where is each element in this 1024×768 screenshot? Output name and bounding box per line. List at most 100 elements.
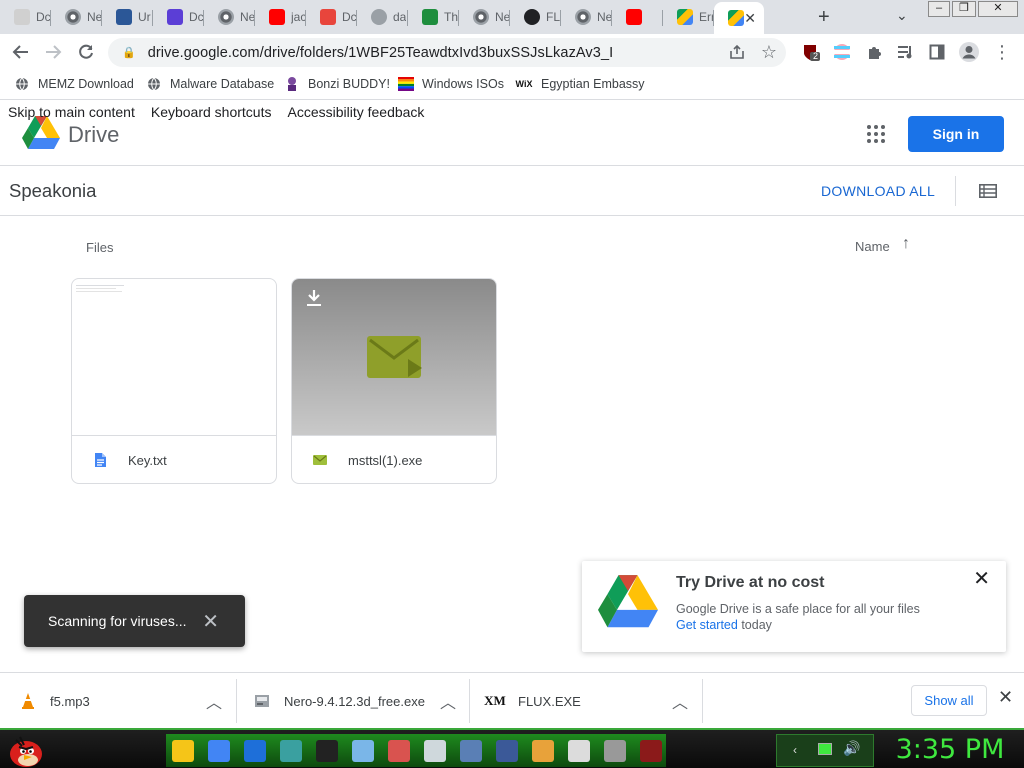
bookmark-label: Malware Database <box>170 77 275 91</box>
tab[interactable]: Dc <box>153 4 203 30</box>
file-card-footer: Key.txt <box>72 435 276 483</box>
skip-to-main-link[interactable]: Skip to main content <box>8 104 135 120</box>
xm-player-icon[interactable] <box>640 740 662 762</box>
sheet-icon <box>422 9 438 25</box>
tab[interactable]: jac <box>255 4 305 30</box>
fish-icon[interactable] <box>280 740 302 762</box>
file-name: msttsl(1).exe <box>348 452 423 468</box>
explorer-folder-icon[interactable] <box>172 740 194 762</box>
address-bar[interactable]: 🔒 drive.google.com/drive/folders/1WBF25T… <box>108 38 786 67</box>
media-player-icon[interactable] <box>388 740 410 762</box>
list-view-icon[interactable] <box>979 184 997 198</box>
sort-ascending-icon[interactable]: ↑ <box>902 235 910 253</box>
promo-close-icon[interactable]: ✕ <box>973 566 990 591</box>
chevron-up-icon[interactable]: ︿ <box>672 689 688 713</box>
file-thumbnail <box>292 279 496 435</box>
get-started-link[interactable]: Get started <box>676 618 738 632</box>
tab[interactable]: Ne <box>459 4 509 30</box>
control-panel-icon[interactable] <box>424 740 446 762</box>
safari-compass-icon[interactable] <box>244 740 266 762</box>
media-control-icon[interactable] <box>895 41 917 63</box>
sort-by-name-button[interactable]: Name <box>855 239 890 254</box>
bookmark-item[interactable]: Windows ISOs <box>398 76 504 92</box>
window-close-button[interactable]: ✕ <box>978 1 1018 17</box>
bookmark-star-icon[interactable]: ☆ <box>758 41 780 63</box>
side-panel-icon[interactable] <box>926 41 948 63</box>
accessibility-feedback-link[interactable]: Accessibility feedback <box>287 104 424 120</box>
download-item[interactable]: f5.mp3 ︿ <box>20 673 236 729</box>
chrome-icon[interactable] <box>208 740 230 762</box>
tab[interactable]: Dc <box>0 4 50 30</box>
tab-active[interactable]: ✕ <box>714 2 764 34</box>
bookmark-item[interactable]: WiX Egyptian Embassy <box>515 76 645 92</box>
show-all-button[interactable]: Show all <box>911 685 987 716</box>
apps-grid-icon[interactable] <box>866 124 886 144</box>
sign-in-button[interactable]: Sign in <box>908 116 1004 152</box>
tab-title: Ne <box>495 10 509 24</box>
tray-chevron-icon[interactable]: ‹ <box>793 743 797 757</box>
notepad-icon[interactable] <box>352 740 374 762</box>
file-thumbnail <box>72 279 276 435</box>
download-arrow-icon[interactable] <box>306 289 322 307</box>
download-item[interactable]: Nero-9.4.12.3d_free.exe ︿ <box>254 673 470 729</box>
paint-icon[interactable] <box>532 740 554 762</box>
back-icon[interactable] <box>10 41 32 63</box>
bookmark-item[interactable]: Malware Database <box>146 76 274 92</box>
taskbar-clock[interactable]: 3:35 PM <box>880 732 1020 768</box>
ublock-extension-icon[interactable]: 2 <box>800 41 822 63</box>
network-app-icon[interactable] <box>460 740 482 762</box>
tab[interactable]: Th <box>408 4 458 30</box>
tab[interactable]: Ne <box>561 4 611 30</box>
tab[interactable]: FL <box>510 4 560 30</box>
tab[interactable] <box>612 4 662 30</box>
download-item[interactable]: XM FLUX.EXE ︿ <box>484 673 702 729</box>
tab[interactable]: Ne <box>51 4 101 30</box>
chevron-up-icon[interactable]: ︿ <box>206 689 222 713</box>
flag-extension-icon[interactable] <box>831 41 853 63</box>
cloud-icon <box>524 9 540 25</box>
reload-icon[interactable] <box>75 41 97 63</box>
task-manager-icon[interactable] <box>496 740 518 762</box>
tab[interactable]: Ne <box>204 4 254 30</box>
download-all-button[interactable]: DOWNLOAD ALL <box>821 183 935 199</box>
exe-icon <box>313 455 327 465</box>
promo-suffix: today <box>737 618 772 632</box>
extensions-puzzle-icon[interactable] <box>863 41 885 63</box>
forward-icon[interactable] <box>42 41 64 63</box>
chevron-up-icon[interactable]: ︿ <box>440 689 456 713</box>
tab-title: da <box>393 10 407 24</box>
angry-bird-start-icon[interactable] <box>6 732 46 768</box>
close-tab-icon[interactable]: ✕ <box>744 10 756 27</box>
chrome-icon <box>575 9 591 25</box>
keyboard-shortcuts-link[interactable]: Keyboard shortcuts <box>151 104 272 120</box>
bookmark-item[interactable]: Bonzi BUDDY! <box>284 76 390 92</box>
profile-avatar-icon[interactable] <box>958 41 980 63</box>
product-name[interactable]: Drive <box>68 122 119 148</box>
divider <box>702 679 703 723</box>
bookmark-item[interactable]: MEMZ Download <box>14 76 134 92</box>
volume-icon[interactable]: 🔊 <box>843 740 860 757</box>
shelf-close-icon[interactable]: ✕ <box>998 687 1013 708</box>
lock-icon[interactable]: 🔒 <box>122 46 136 59</box>
file-card-key-txt[interactable]: Key.txt <box>71 278 277 484</box>
share-icon[interactable] <box>726 41 748 63</box>
url-text[interactable]: drive.google.com/drive/folders/1WBF25Tea… <box>148 45 614 61</box>
tab-search-button[interactable]: ⌄ <box>896 7 908 24</box>
tab[interactable]: Ur <box>102 4 152 30</box>
new-tab-button[interactable]: + <box>818 6 830 29</box>
toast-close-icon[interactable]: ✕ <box>202 609 219 634</box>
tab-strip: Dc Ne Ur Dc Ne jac Dc da Th Ne FL Ne Err ✕ <box>0 0 1024 34</box>
7zip-icon[interactable] <box>316 740 338 762</box>
tab[interactable]: da <box>357 4 407 30</box>
skip-links: Skip to main content Keyboard shortcuts … <box>8 104 424 120</box>
speaker-app-icon[interactable] <box>604 740 626 762</box>
calculator-icon[interactable] <box>568 740 590 762</box>
minimize-button[interactable]: – <box>928 1 950 17</box>
tab[interactable]: Dc <box>306 4 356 30</box>
restore-button[interactable]: ❐ <box>952 1 976 17</box>
file-card-msttsl-exe[interactable]: msttsl(1).exe <box>291 278 497 484</box>
network-icon[interactable] <box>818 743 832 755</box>
download-filename: f5.mp3 <box>50 693 90 709</box>
kebab-menu-icon[interactable]: ⋮ <box>991 41 1013 63</box>
tab[interactable]: Err <box>663 4 713 30</box>
